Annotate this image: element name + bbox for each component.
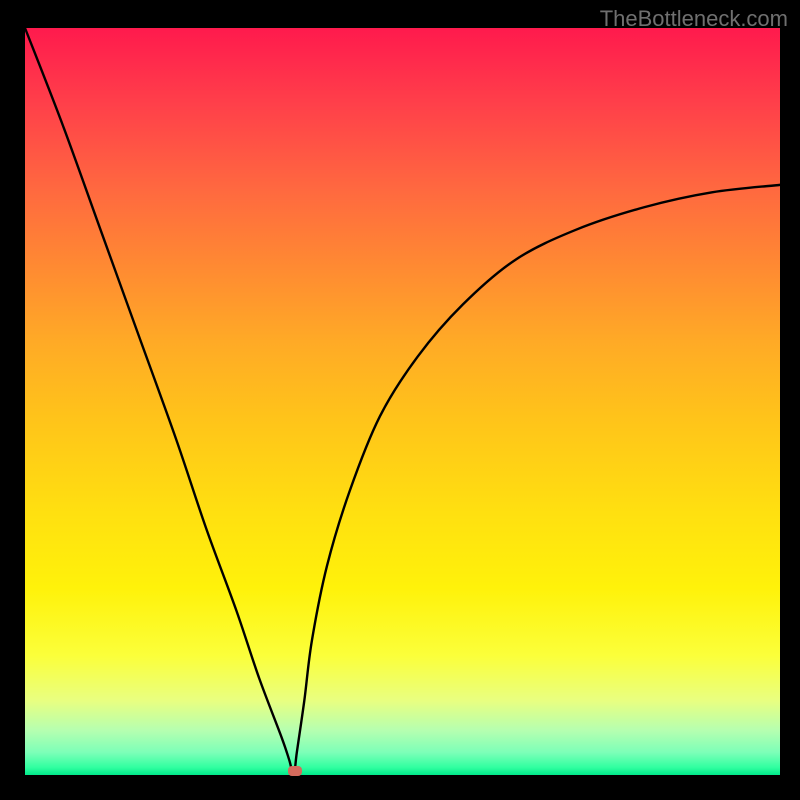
- chart-plot-area: [25, 28, 780, 775]
- watermark-text: TheBottleneck.com: [600, 6, 788, 32]
- minimum-marker: [288, 766, 302, 776]
- bottleneck-curve: [25, 28, 780, 775]
